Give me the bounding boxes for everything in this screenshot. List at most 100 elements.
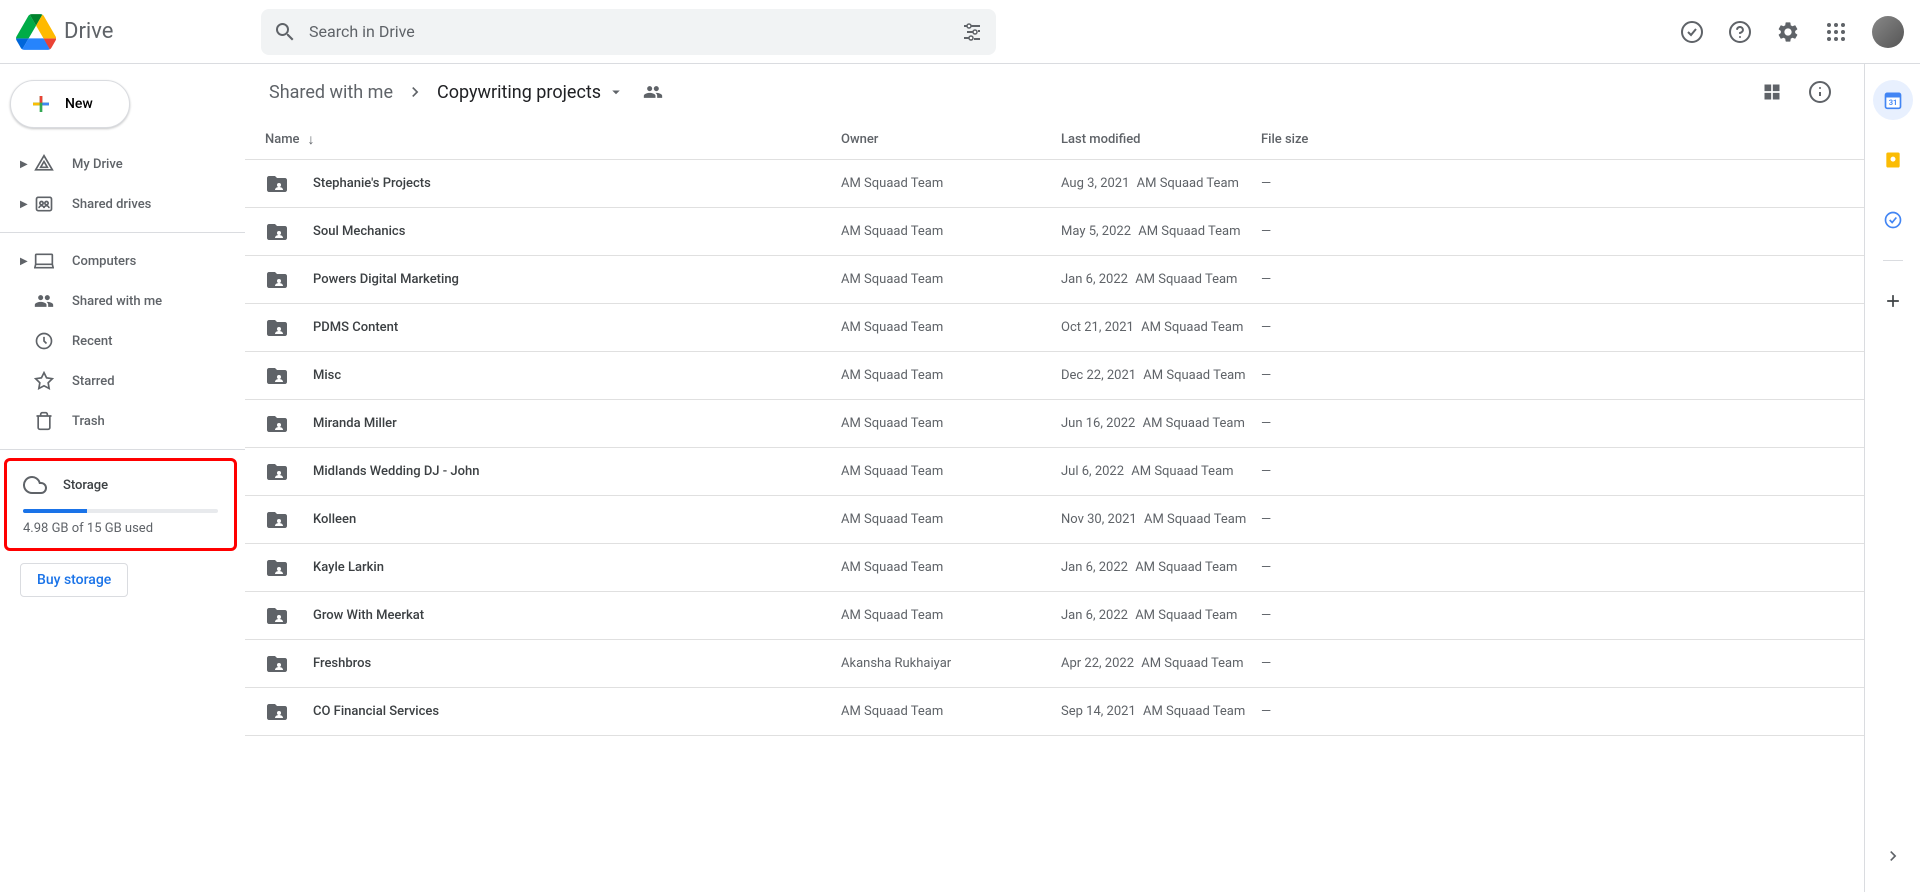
row-name: Midlands Wedding DJ - John	[313, 464, 479, 479]
table-row[interactable]: PDMS ContentAM Squaad TeamOct 21, 2021 A…	[245, 304, 1864, 352]
row-name: Soul Mechanics	[313, 224, 405, 239]
drive-logo-icon	[16, 12, 56, 52]
support-icon[interactable]	[1720, 12, 1760, 52]
row-modified: Dec 22, 2021 AM Squaad Team	[1061, 368, 1261, 383]
row-owner: AM Squaad Team	[841, 272, 1061, 287]
column-name-label: Name	[265, 132, 300, 147]
logo-section[interactable]: Drive	[16, 12, 261, 52]
sidebar-item-my-drive[interactable]: ▶ My Drive	[0, 144, 233, 184]
row-modified: Aug 3, 2021 AM Squaad Team	[1061, 176, 1261, 191]
column-size[interactable]: File size	[1261, 132, 1848, 147]
row-size: —	[1261, 416, 1848, 431]
breadcrumb-parent[interactable]: Shared with me	[269, 82, 393, 103]
content: Shared with me Copywriting projects	[245, 64, 1864, 892]
nav-label: Computers	[72, 254, 136, 269]
row-name: PDMS Content	[313, 320, 398, 335]
row-owner: AM Squaad Team	[841, 464, 1061, 479]
row-modified: Jan 6, 2022 AM Squaad Team	[1061, 560, 1261, 575]
tasks-app-icon[interactable]	[1873, 200, 1913, 240]
svg-text:31: 31	[1888, 98, 1897, 107]
sidebar-item-shared-with-me[interactable]: Shared with me	[0, 281, 233, 321]
row-name: Miranda Miller	[313, 416, 397, 431]
calendar-app-icon[interactable]: 31	[1873, 80, 1913, 120]
divider	[1883, 260, 1903, 261]
row-size: —	[1261, 608, 1848, 623]
shared-folder-icon	[265, 556, 289, 580]
header: Drive	[0, 0, 1920, 64]
table-row[interactable]: FreshbrosAkansha RukhaiyarApr 22, 2022 A…	[245, 640, 1864, 688]
row-size: —	[1261, 560, 1848, 575]
table-header: Name ↓ Owner Last modified File size	[245, 120, 1864, 160]
nav-label: Shared drives	[72, 197, 151, 212]
nav-icon	[32, 331, 56, 351]
avatar[interactable]	[1872, 16, 1904, 48]
table-row[interactable]: Stephanie's ProjectsAM Squaad TeamAug 3,…	[245, 160, 1864, 208]
storage-text: 4.98 GB of 15 GB used	[23, 521, 218, 536]
table-row[interactable]: Midlands Wedding DJ - John AM Squaad Team…	[245, 448, 1864, 496]
table-row[interactable]: Kayle LarkinAM Squaad TeamJan 6, 2022 AM…	[245, 544, 1864, 592]
storage-fill	[23, 509, 87, 513]
table-row[interactable]: Grow With MeerkatAM Squaad TeamJan 6, 20…	[245, 592, 1864, 640]
column-owner[interactable]: Owner	[841, 132, 1061, 147]
collapse-panel-icon[interactable]	[1873, 836, 1913, 876]
table-row[interactable]: CO Financial ServicesAM Squaad TeamSep 1…	[245, 688, 1864, 736]
shared-folder-icon	[265, 460, 289, 484]
nav-icon	[32, 194, 56, 214]
breadcrumb-current[interactable]: Copywriting projects	[437, 82, 625, 103]
row-size: —	[1261, 656, 1848, 671]
search-icon	[273, 20, 297, 44]
divider	[0, 232, 245, 233]
row-modified: Jun 16, 2022 AM Squaad Team	[1061, 416, 1261, 431]
apps-grid-icon[interactable]	[1816, 12, 1856, 52]
header-actions	[1672, 12, 1904, 52]
offline-ready-icon[interactable]	[1672, 12, 1712, 52]
sidebar-storage[interactable]: Storage	[23, 473, 218, 497]
search-input[interactable]	[309, 22, 960, 41]
table-row[interactable]: MiscAM Squaad TeamDec 22, 2021 AM Squaad…	[245, 352, 1864, 400]
buy-storage-button[interactable]: Buy storage	[20, 563, 128, 597]
add-app-icon[interactable]	[1873, 281, 1913, 321]
chevron-right-icon	[405, 82, 425, 102]
new-button[interactable]: New	[10, 80, 130, 128]
breadcrumb-bar: Shared with me Copywriting projects	[245, 64, 1864, 120]
nav-label: Shared with me	[72, 294, 162, 309]
table-row[interactable]: KolleenAM Squaad TeamNov 30, 2021 AM Squ…	[245, 496, 1864, 544]
nav-icon	[32, 154, 56, 174]
nav-label: My Drive	[72, 157, 123, 172]
row-size: —	[1261, 704, 1848, 719]
table-row[interactable]: Miranda Miller AM Squaad TeamJun 16, 2022…	[245, 400, 1864, 448]
sidebar-item-shared-drives[interactable]: ▶Shared drives	[0, 184, 233, 224]
sidebar-item-recent[interactable]: Recent	[0, 321, 233, 361]
shared-icon[interactable]	[633, 72, 673, 112]
table-row[interactable]: Soul MechanicsAM Squaad TeamMay 5, 2022 …	[245, 208, 1864, 256]
row-modified: Jan 6, 2022 AM Squaad Team	[1061, 272, 1261, 287]
row-modified: Apr 22, 2022 AM Squaad Team	[1061, 656, 1261, 671]
settings-icon[interactable]	[1768, 12, 1808, 52]
new-button-label: New	[65, 96, 93, 112]
search-section	[261, 9, 996, 55]
row-owner: AM Squaad Team	[841, 560, 1061, 575]
cloud-icon	[23, 473, 47, 497]
row-owner: Akansha Rukhaiyar	[841, 656, 1061, 671]
row-modified: Jul 6, 2022 AM Squaad Team	[1061, 464, 1261, 479]
expand-caret-icon: ▶	[20, 159, 32, 170]
sidebar-item-trash[interactable]: Trash	[0, 401, 233, 441]
grid-view-icon[interactable]	[1752, 72, 1792, 112]
column-modified[interactable]: Last modified	[1061, 132, 1261, 147]
sidebar-item-computers[interactable]: ▶Computers	[0, 241, 233, 281]
shared-folder-icon	[265, 412, 289, 436]
shared-folder-icon	[265, 700, 289, 724]
row-owner: AM Squaad Team	[841, 416, 1061, 431]
table-row[interactable]: Powers Digital MarketingAM Squaad TeamJa…	[245, 256, 1864, 304]
shared-folder-icon	[265, 508, 289, 532]
shared-folder-icon	[265, 604, 289, 628]
filter-icon[interactable]	[960, 20, 984, 44]
side-panel: 31	[1864, 64, 1920, 892]
sidebar-item-starred[interactable]: Starred	[0, 361, 233, 401]
keep-app-icon[interactable]	[1873, 140, 1913, 180]
shared-folder-icon	[265, 652, 289, 676]
column-name[interactable]: Name ↓	[261, 131, 841, 148]
file-list[interactable]: Stephanie's ProjectsAM Squaad TeamAug 3,…	[245, 160, 1864, 892]
info-icon[interactable]	[1800, 72, 1840, 112]
search-box[interactable]	[261, 9, 996, 55]
